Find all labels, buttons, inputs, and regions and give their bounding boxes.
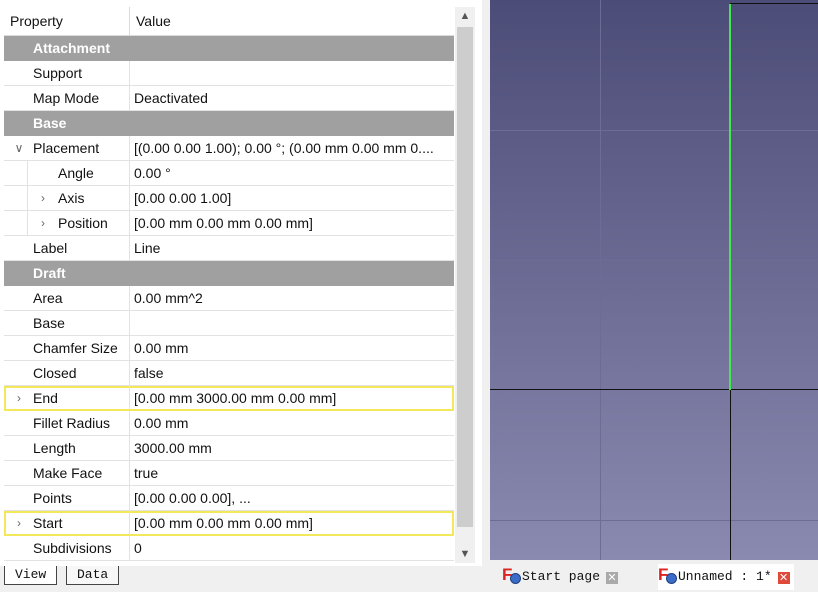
property-row[interactable]: Angle 0.00 ° bbox=[4, 161, 454, 186]
property-value[interactable]: [0.00 0.00 0.00], ... bbox=[129, 486, 452, 510]
tab-start-page[interactable]: F Start page ✕ bbox=[502, 564, 619, 590]
group-header-row[interactable]: Base bbox=[4, 111, 454, 136]
property-row[interactable]: Chamfer Size 0.00 mm bbox=[4, 336, 454, 361]
property-name: Fillet Radius bbox=[33, 415, 111, 431]
selected-line-object[interactable] bbox=[729, 4, 731, 390]
chevron-right-icon[interactable]: › bbox=[10, 386, 28, 410]
property-value[interactable]: false bbox=[129, 361, 452, 385]
property-row[interactable]: Length 3000.00 mm bbox=[4, 436, 454, 461]
property-value[interactable] bbox=[129, 61, 452, 85]
property-row[interactable]: Support bbox=[4, 61, 454, 86]
y-axis-line bbox=[730, 389, 731, 560]
property-name: Angle bbox=[58, 165, 94, 181]
property-row[interactable]: › Position [0.00 mm 0.00 mm 0.00 mm] bbox=[4, 211, 454, 236]
property-value[interactable]: [0.00 mm 0.00 mm 0.00 mm] bbox=[129, 211, 452, 235]
property-row[interactable]: Points [0.00 0.00 0.00], ... bbox=[4, 486, 454, 511]
property-name: Axis bbox=[58, 190, 85, 206]
group-header-row[interactable]: Attachment bbox=[4, 36, 454, 61]
property-row[interactable]: Subdivisions 0 bbox=[4, 536, 454, 561]
panel-tab-bar: View Data bbox=[0, 566, 482, 592]
property-name: End bbox=[33, 390, 58, 406]
document-tab-bar: F Start page ✕ F Unnamed : 1* ✕ bbox=[490, 560, 818, 592]
property-name: Position bbox=[58, 215, 108, 231]
freecad-icon: F bbox=[658, 566, 677, 584]
property-row[interactable]: Area 0.00 mm^2 bbox=[4, 286, 454, 311]
chevron-down-icon[interactable]: ∨ bbox=[10, 136, 28, 160]
property-row[interactable]: › End [0.00 mm 3000.00 mm 0.00 mm] bbox=[4, 386, 454, 411]
property-value[interactable]: 0.00 mm^2 bbox=[129, 286, 452, 310]
property-value[interactable]: 0.00 mm bbox=[129, 336, 452, 360]
property-name: Label bbox=[33, 240, 68, 256]
property-row[interactable]: Closed false bbox=[4, 361, 454, 386]
property-name: Points bbox=[33, 490, 72, 506]
property-row[interactable]: › Start [0.00 mm 0.00 mm 0.00 mm] bbox=[4, 511, 454, 536]
property-name: Placement bbox=[33, 140, 100, 156]
tab-start-page-label: Start page bbox=[522, 569, 601, 584]
group-label: Attachment bbox=[33, 40, 111, 56]
chevron-right-icon[interactable]: › bbox=[34, 186, 52, 210]
grid-line bbox=[490, 130, 818, 131]
property-value[interactable]: Deactivated bbox=[129, 86, 452, 110]
property-value[interactable]: [0.00 0.00 1.00] bbox=[129, 186, 452, 210]
column-header-value[interactable]: Value bbox=[130, 7, 454, 35]
grid-line bbox=[490, 260, 818, 261]
property-name: Closed bbox=[33, 365, 77, 381]
property-row[interactable]: Make Face true bbox=[4, 461, 454, 486]
group-label: Base bbox=[33, 115, 67, 131]
tab-unnamed-document[interactable]: F Unnamed : 1* ✕ bbox=[658, 564, 794, 590]
property-value[interactable]: true bbox=[129, 461, 452, 485]
property-name: Chamfer Size bbox=[33, 340, 118, 356]
column-header-property[interactable]: Property bbox=[4, 7, 130, 35]
property-value[interactable]: [0.00 mm 0.00 mm 0.00 mm] bbox=[129, 511, 452, 535]
grid-line bbox=[600, 0, 601, 560]
property-table-header: Property Value bbox=[4, 7, 454, 36]
freecad-icon: F bbox=[502, 566, 521, 584]
property-name: Make Face bbox=[33, 465, 103, 481]
property-row[interactable]: Label Line bbox=[4, 236, 454, 261]
property-editor: Property Value Attachment Support Map Mode… bbox=[0, 0, 482, 566]
property-name: Start bbox=[33, 515, 63, 531]
property-row[interactable]: › Axis [0.00 0.00 1.00] bbox=[4, 186, 454, 211]
property-name: Map Mode bbox=[33, 90, 100, 106]
group-label: Draft bbox=[33, 265, 66, 281]
3d-viewport[interactable] bbox=[490, 0, 818, 560]
grid-line bbox=[490, 520, 818, 521]
chevron-right-icon[interactable]: › bbox=[34, 211, 52, 235]
x-axis-line bbox=[490, 389, 818, 390]
chevron-right-icon[interactable]: › bbox=[10, 511, 28, 535]
property-list: Attachment Support Map Mode Deactivated Base… bbox=[4, 36, 454, 561]
group-header-row[interactable]: Draft bbox=[4, 261, 454, 286]
scroll-up-icon[interactable]: ▲ bbox=[455, 7, 475, 25]
property-value[interactable]: Line bbox=[129, 236, 452, 260]
property-value[interactable]: 3000.00 mm bbox=[129, 436, 452, 460]
grid-boundary-line bbox=[730, 3, 818, 4]
property-row[interactable]: ∨ Placement [(0.00 0.00 1.00); 0.00 °; (0.… bbox=[4, 136, 454, 161]
property-name: Support bbox=[33, 65, 83, 81]
property-value[interactable]: [(0.00 0.00 1.00); 0.00 °; (0.00 mm 0.00… bbox=[129, 136, 452, 160]
close-icon[interactable]: ✕ bbox=[606, 572, 619, 584]
vertical-scrollbar[interactable]: ▲ ▼ bbox=[455, 7, 475, 563]
property-row[interactable]: Fillet Radius 0.00 mm bbox=[4, 411, 454, 436]
property-row[interactable]: Map Mode Deactivated bbox=[4, 86, 454, 111]
tab-unnamed-label: Unnamed : 1* bbox=[678, 569, 772, 584]
scroll-down-icon[interactable]: ▼ bbox=[455, 545, 475, 563]
property-value[interactable]: 0 bbox=[129, 536, 452, 560]
property-value[interactable]: 0.00 ° bbox=[129, 161, 452, 185]
tab-view[interactable]: View bbox=[4, 566, 58, 585]
scroll-thumb[interactable] bbox=[457, 27, 473, 527]
property-value[interactable]: 0.00 mm bbox=[129, 411, 452, 435]
property-value[interactable] bbox=[129, 311, 452, 335]
property-row[interactable]: Base bbox=[4, 311, 454, 336]
property-name: Base bbox=[33, 315, 65, 331]
panel-splitter[interactable] bbox=[482, 0, 490, 592]
tab-data[interactable]: Data bbox=[66, 566, 120, 585]
property-value[interactable]: [0.00 mm 3000.00 mm 0.00 mm] bbox=[129, 386, 452, 410]
property-name: Subdivisions bbox=[33, 540, 112, 556]
property-name: Area bbox=[33, 290, 63, 306]
property-name: Length bbox=[33, 440, 76, 456]
close-icon[interactable]: ✕ bbox=[777, 572, 790, 584]
